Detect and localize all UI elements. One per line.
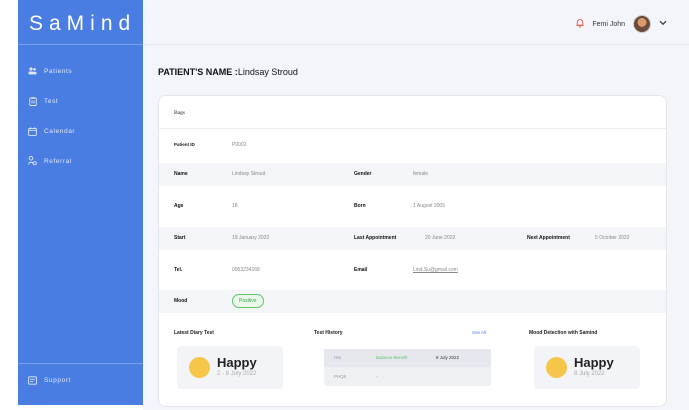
field-value: Lindsay Stroud xyxy=(232,171,266,177)
field-value: 20 June 2022 xyxy=(425,235,456,241)
page-title-label: PATIENT'S NAME : xyxy=(158,67,238,77)
table-row[interactable]: PHQ9 - xyxy=(324,368,491,386)
brand-logo: SaMind xyxy=(29,12,137,35)
calendar-icon xyxy=(28,126,37,136)
sun-icon xyxy=(546,357,567,378)
sun-icon xyxy=(189,357,210,378)
support-icon xyxy=(28,375,37,385)
field-label: Name xyxy=(174,171,188,177)
field-label: Gender xyxy=(354,171,372,177)
sidebar-item-calendar[interactable]: Calendar xyxy=(28,124,75,138)
email-link[interactable]: Lind.Su@gmail.com xyxy=(413,267,458,273)
info-row: Mood Positive xyxy=(159,290,666,313)
field-value: female xyxy=(413,171,429,177)
sidebar-item-patients[interactable]: Patients xyxy=(28,64,72,78)
sidebar-item-label: Support xyxy=(44,376,71,384)
test-date: 8 July 2022 xyxy=(436,355,460,360)
sidebar-item-label: Test xyxy=(44,97,59,105)
field-label: Start xyxy=(174,235,186,241)
mood-label: Happy xyxy=(574,355,614,370)
field-label: Patient ID xyxy=(174,142,195,147)
test-history-table: ISS Balance Benefit 8 July 2022 PHQ9 - xyxy=(324,349,491,386)
latest-diary-label: Latest Diary Test xyxy=(174,330,214,336)
mood-label: Happy xyxy=(217,355,257,370)
sidebar-item-label: Patients xyxy=(44,67,73,75)
page-title: PATIENT'S NAME :Lindsay Stroud xyxy=(158,67,298,77)
topbar-divider xyxy=(143,44,689,45)
mood-detection-label: Mood Detection with Samind xyxy=(529,330,598,336)
sidebar-divider xyxy=(18,44,143,45)
mood-status-badge: Positive xyxy=(232,294,264,308)
sidebar-item-support[interactable]: Support xyxy=(28,373,71,387)
field-label: Age xyxy=(174,203,184,209)
test-history-label: Test History xyxy=(314,330,343,336)
field-value: 0953234168 xyxy=(232,267,260,273)
user-name[interactable]: Femi John xyxy=(592,21,625,28)
sidebar-divider xyxy=(18,363,143,364)
table-row[interactable]: ISS Balance Benefit 8 July 2022 xyxy=(324,349,491,367)
patient-detail-card: Bags Patient ID P0002 Name Lindsay Strou… xyxy=(158,95,667,407)
field-value: 18 xyxy=(232,203,238,209)
info-row: Patient ID P0002 xyxy=(159,134,666,157)
card-header-label: Bags xyxy=(174,110,185,116)
field-label: Last Appointment xyxy=(354,235,397,241)
field-value: 1 August 2005 xyxy=(413,203,445,209)
info-row: Tel. 0953234168 Email Lind.Su@gmail.com xyxy=(159,259,666,282)
field-label: Mood xyxy=(174,298,188,304)
mood-detection-card[interactable]: Happy 8 July 2022 xyxy=(534,346,640,389)
card-header: Bags xyxy=(159,96,666,129)
field-value: 19 January 2022 xyxy=(232,235,270,241)
patient-name: Lindsay Stroud xyxy=(237,67,298,77)
see-all-link[interactable]: See All xyxy=(472,330,486,335)
clipboard-icon xyxy=(28,96,37,106)
field-label: Email xyxy=(354,267,368,273)
field-value: 5 October 2022 xyxy=(595,235,630,241)
info-row: Name Lindsay Stroud Gender female xyxy=(159,163,666,186)
latest-diary-mood-card[interactable]: Happy 2 - 8 July 2022 xyxy=(177,346,283,389)
sidebar: SaMind Patients Test Calendar Referral S… xyxy=(18,0,143,405)
test-name: ISS xyxy=(334,355,342,360)
topbar-user-area: Femi John xyxy=(576,15,667,33)
referral-icon xyxy=(28,156,37,166)
sidebar-item-label: Referral xyxy=(44,157,72,165)
chevron-down-icon[interactable] xyxy=(659,20,667,28)
field-value: P0002 xyxy=(232,142,247,148)
field-label: Next Appointment xyxy=(527,235,570,241)
field-label: Born xyxy=(354,203,366,209)
mood-date: 2 - 8 July 2022 xyxy=(217,371,257,377)
mood-date: 8 July 2022 xyxy=(574,371,605,377)
test-result: - xyxy=(376,374,378,379)
info-row: Start 19 January 2022 Last Appointment 2… xyxy=(159,227,666,250)
test-result: Balance Benefit xyxy=(376,355,408,360)
test-name: PHQ9 xyxy=(334,374,347,379)
sidebar-item-label: Calendar xyxy=(44,127,76,135)
avatar[interactable] xyxy=(633,15,651,33)
sidebar-item-test[interactable]: Test xyxy=(28,94,58,108)
sidebar-item-referral[interactable]: Referral xyxy=(28,154,72,168)
info-row: Age 18 Born 1 August 2005 xyxy=(159,195,666,218)
field-label: Tel. xyxy=(174,267,183,273)
bell-icon[interactable] xyxy=(576,18,584,30)
users-icon xyxy=(28,67,37,76)
